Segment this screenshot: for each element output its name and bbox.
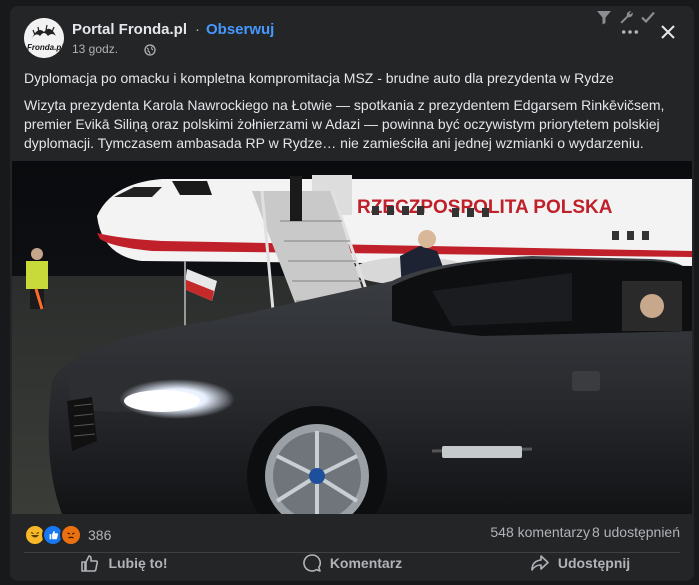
reaction-count[interactable]: 386 [88,527,111,543]
share-icon [531,555,549,571]
post-headline: Dyplomacja po omacku i kompletna komprom… [24,70,614,86]
post-actions: Lubię to! Komentarz Udostępnij [10,546,694,580]
post-header: Fronda.pl Portal Fronda.pl · Obserwuj 13… [24,18,674,62]
close-button[interactable] [654,18,682,46]
like-button[interactable]: Lubię to! [10,546,238,580]
reactions-summary[interactable]: 386 [24,524,111,546]
globe-icon [144,43,156,56]
more-dots-icon [621,30,639,34]
comment-button[interactable]: Komentarz [238,546,466,580]
post-card: Fronda.pl Portal Fronda.pl · Obserwuj 13… [10,6,694,581]
like-label: Lubię to! [108,555,168,571]
more-options-button[interactable] [618,20,642,44]
close-icon [661,25,675,39]
thumbs-up-icon [81,555,99,572]
page-name[interactable]: Portal Fronda.pl [72,21,187,38]
post-photo[interactable]: RZECZPOSPOLITA POLSKA [12,161,692,514]
separator-dot: · [195,21,200,38]
comment-icon [303,554,321,572]
post-body: Wizyta prezydenta Karola Nawrockiego na … [24,97,665,151]
shares-count[interactable]: 8 udostępnień [592,524,680,540]
post-timestamp[interactable]: 13 godz. [72,42,118,56]
share-button[interactable]: Udostępnij [466,546,694,580]
angry-reaction-icon [60,524,82,546]
avatar-text: Fronda.pl [27,43,64,52]
comment-label: Komentarz [329,555,403,571]
avatar[interactable]: Fronda.pl [24,18,64,58]
comments-count[interactable]: 548 komentarzy [490,524,590,540]
follow-button[interactable]: Obserwuj [206,21,274,38]
share-label: Udostępnij [557,555,631,571]
